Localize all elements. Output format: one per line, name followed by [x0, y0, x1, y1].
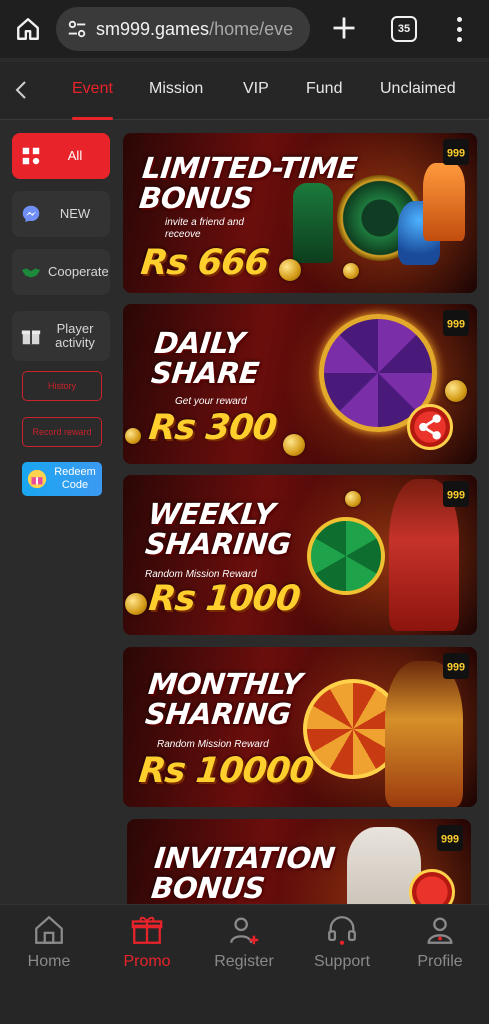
banner-title: MONTHLY SHARING [143, 667, 304, 731]
tab-mission[interactable]: Mission [149, 62, 203, 120]
sidebar-item-cooperate[interactable]: Cooperate [12, 249, 110, 295]
redeem-code-label: Redeem Code [54, 466, 96, 491]
headset-icon [328, 916, 356, 945]
nav-profile[interactable]: Profile [395, 913, 485, 983]
handshake-icon [21, 268, 41, 278]
back-arrow-icon[interactable] [10, 78, 34, 102]
nav-label: Profile [417, 953, 463, 970]
svg-text:999: 999 [447, 489, 465, 501]
history-button[interactable]: History [22, 371, 102, 401]
svg-text:999: 999 [447, 661, 465, 673]
nav-label: Support [313, 953, 371, 970]
add-user-icon [230, 917, 259, 945]
svg-text:999: 999 [447, 318, 465, 330]
banner-title: LIMITED-TIME BONUS [137, 151, 359, 215]
gift-icon [21, 330, 41, 345]
url-path: /home/eve [209, 18, 294, 39]
redeem-code-button[interactable]: Redeem Code [22, 462, 102, 496]
banner-title: DAILY SHARE [149, 326, 261, 390]
sidebar-item-all[interactable]: All [12, 133, 110, 179]
woman-character-art [385, 661, 463, 807]
brand-logo-icon: 999 [443, 481, 469, 507]
person-icon [427, 917, 453, 944]
character-art [423, 163, 465, 241]
brand-logo-icon: 999 [443, 310, 469, 336]
promo-banner-daily-share[interactable]: 999 DAILY SHARE Get your reward Rs 300 [123, 304, 477, 464]
banner-amount: Rs 1000 [146, 579, 302, 619]
sidebar-item-label: All [67, 148, 83, 163]
browser-menu-icon[interactable] [452, 14, 466, 44]
browser-home-button[interactable] [0, 0, 56, 58]
brand-logo-icon: 999 [443, 139, 469, 165]
svg-text:999: 999 [441, 833, 459, 845]
address-bar[interactable]: sm999.games/home/eve [56, 7, 310, 51]
nav-promo[interactable]: Promo [102, 913, 192, 983]
share-icon [419, 414, 441, 440]
banner-title: WEEKLY SHARING [143, 497, 293, 561]
promo-tabs: Event Mission VIP Fund Unclaimed [0, 62, 489, 120]
share-button-art [407, 404, 453, 450]
record-reward-button[interactable]: Record reward [22, 417, 102, 447]
site-settings-icon[interactable] [66, 18, 88, 40]
banner-subtitle: invite a friend and receove [165, 217, 244, 240]
browser-toolbar: sm999.games/home/eve 35 [0, 0, 489, 58]
banner-amount: Rs 300 [146, 408, 279, 448]
nav-label: Home [27, 953, 71, 970]
tab-unclaimed[interactable]: Unclaimed [380, 62, 456, 120]
sidebar-item-player-activity[interactable]: Player activity [12, 311, 110, 361]
banner-amount: Rs 10000 [136, 751, 315, 791]
banner-title: INVITATION BONUS [149, 841, 337, 904]
promo-banner-monthly-sharing[interactable]: 999 MONTHLY SHARING Random Mission Reward… [123, 647, 477, 807]
bottom-navigation: Home Promo Register Support Profile [0, 904, 489, 1024]
redeem-gift-icon [27, 469, 47, 489]
tab-vip[interactable]: VIP [243, 62, 269, 120]
sidebar-item-label: NEW [59, 206, 91, 221]
sidebar-item-label: Player activity [55, 321, 95, 350]
nav-support[interactable]: Support [297, 913, 387, 983]
nav-label: Promo [123, 953, 171, 970]
brand-logo-icon: 999 [437, 825, 463, 851]
gift-icon [131, 916, 163, 944]
sidebar-item-new[interactable]: NEW [12, 191, 110, 237]
home-icon [35, 915, 63, 944]
new-tab-icon[interactable] [330, 14, 358, 42]
brand-logo-icon: 999 [443, 653, 469, 679]
nav-label: Register [214, 953, 274, 970]
tab-switcher-button[interactable]: 35 [391, 16, 417, 42]
nav-register[interactable]: Register [199, 913, 289, 983]
nav-home[interactable]: Home [4, 913, 94, 983]
banner-subtitle: Get your reward [175, 396, 247, 407]
promo-banner-list: 999 LIMITED-TIME BONUS invite a friend an… [123, 130, 477, 904]
category-sidebar: All NEW Cooperate Player activity Histor… [0, 121, 118, 904]
spin-wheel-art [307, 517, 385, 595]
promo-banner-invitation-bonus[interactable]: 999 INVITATION BONUS [127, 819, 471, 904]
banner-amount: Rs 666 [138, 243, 271, 283]
promo-banner-limited-time-bonus[interactable]: 999 LIMITED-TIME BONUS invite a friend an… [123, 133, 477, 293]
messenger-icon [22, 205, 40, 223]
promo-banner-weekly-sharing[interactable]: 999 WEEKLY SHARING Random Mission Reward … [123, 475, 477, 635]
tab-event[interactable]: Event [72, 62, 113, 120]
grid-icon [22, 147, 40, 165]
url-host: sm999.games [96, 18, 210, 39]
sidebar-item-label: Cooperate [48, 264, 109, 279]
banner-subtitle: Random Mission Reward [157, 739, 269, 750]
tab-fund[interactable]: Fund [306, 62, 342, 120]
home-icon [17, 18, 39, 40]
svg-text:999: 999 [447, 147, 465, 159]
